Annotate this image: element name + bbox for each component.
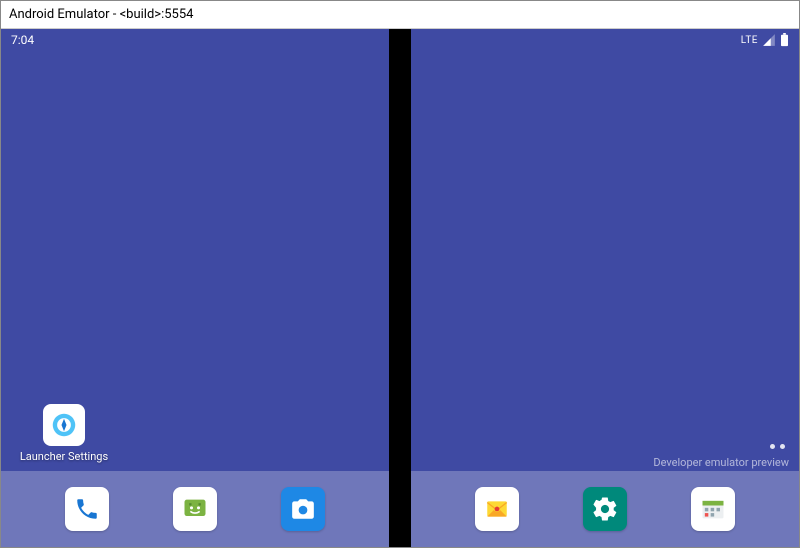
messages-icon xyxy=(181,495,209,523)
dock-right xyxy=(411,471,799,547)
preview-label: Developer emulator preview xyxy=(653,456,789,469)
launcher-settings-icon xyxy=(43,404,85,446)
gear-icon xyxy=(591,495,619,523)
mail-icon xyxy=(484,496,510,522)
signal-icon xyxy=(762,33,776,47)
window-title-text: Android Emulator - <build>:5554 xyxy=(9,7,193,22)
emulator-viewport: 7:04 Launcher Settings xyxy=(1,29,799,547)
phone-app[interactable] xyxy=(65,487,109,531)
camera-app[interactable] xyxy=(281,487,325,531)
launcher-settings-shortcut[interactable]: Launcher Settings xyxy=(19,404,109,463)
calendar-icon xyxy=(699,495,727,523)
dock-left xyxy=(1,471,389,547)
page-dot xyxy=(770,444,775,449)
page-indicator[interactable] xyxy=(770,444,785,449)
page-dot xyxy=(780,444,785,449)
launcher-settings-label: Launcher Settings xyxy=(19,450,109,463)
home-content-right[interactable]: Developer emulator preview xyxy=(411,51,799,471)
network-label: LTE xyxy=(741,35,758,46)
left-screen[interactable]: 7:04 Launcher Settings xyxy=(1,29,389,547)
camera-icon xyxy=(290,496,316,522)
status-bar-right[interactable]: LTE xyxy=(411,29,799,51)
calendar-app[interactable] xyxy=(691,487,735,531)
battery-icon xyxy=(780,33,789,47)
window-title-bar: Android Emulator - <build>:5554 xyxy=(1,1,799,29)
mail-app[interactable] xyxy=(475,487,519,531)
device-hinge xyxy=(389,29,411,547)
settings-app[interactable] xyxy=(583,487,627,531)
right-screen[interactable]: LTE Developer emulator preview xyxy=(411,29,799,547)
messages-app[interactable] xyxy=(173,487,217,531)
status-time: 7:04 xyxy=(11,33,34,47)
home-content-left[interactable]: Launcher Settings xyxy=(1,51,389,471)
status-bar-left[interactable]: 7:04 xyxy=(1,29,389,51)
phone-icon xyxy=(74,496,100,522)
